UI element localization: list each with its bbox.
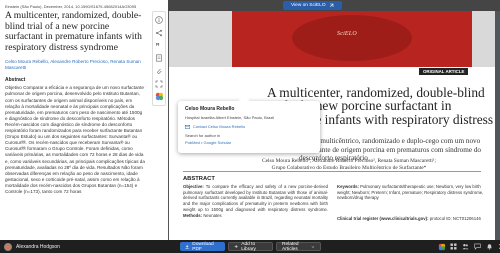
view-on-label: View on SciELO (291, 3, 326, 8)
fullscreen-icon[interactable] (154, 79, 164, 89)
add-to-library-button[interactable]: Add to Library (228, 241, 273, 252)
plus-icon (234, 244, 238, 249)
contact-author-label: Contact Celso Moura Rebello (193, 124, 246, 129)
chat-icon[interactable] (473, 242, 482, 251)
popover-author-name: Celso Moura Rebello (185, 106, 235, 112)
mail-icon (185, 124, 190, 129)
bell-icon[interactable] (485, 242, 494, 251)
svg-text:❞: ❞ (156, 42, 160, 50)
bottom-icon-group (437, 242, 500, 251)
related-label: Related Articles (282, 241, 299, 252)
clip-icon[interactable] (154, 66, 164, 76)
article-type-badge: ORIGINAL ARTICLE (419, 68, 469, 75)
pdf-keywords: Keywords: Pulmonary surfactants/therapeu… (337, 184, 485, 201)
download-icon (185, 244, 189, 249)
article-summary-panel: Einstein (São Paulo), December, 2014, 10… (0, 0, 150, 240)
pdf-icon[interactable] (154, 53, 164, 63)
popover-affiliation: Hospital Israelita Albert Einstein, São … (185, 115, 275, 120)
side-toolbar: ❞ (152, 11, 166, 106)
download-label: Download PDF (192, 241, 214, 252)
user-name: Alexandra Hodgson (16, 243, 60, 250)
author-popover: Celso Moura Rebello Hospital Israelita A… (178, 95, 320, 153)
keywords-text: Pulmonary surfactants/therapeutic use; N… (337, 184, 484, 201)
contact-author-link[interactable]: Contact Celso Moura Rebello (185, 124, 313, 129)
citation-line: Einstein (São Paulo), December, 2014, 10… (5, 4, 137, 9)
related-articles-button[interactable]: Related Articles (276, 241, 321, 252)
keywords-label: Keywords: (337, 184, 359, 189)
bottom-toolbar: Alexandra Hodgson Download PDF Add to Li… (0, 240, 500, 253)
info-icon[interactable] (154, 15, 164, 25)
share-icon[interactable] (154, 28, 164, 38)
header-ornament (292, 15, 412, 61)
methods-label: Methods: (183, 212, 203, 218)
objective-label: Objective: (183, 184, 204, 189)
people-icon[interactable] (461, 242, 470, 251)
article-title: A multicenter, randomized, double-blind … (5, 10, 142, 53)
user-profile[interactable]: Alexandra Hodgson (4, 242, 60, 251)
search-author-label: Search for author in (185, 133, 221, 138)
abstract-text: Objetivo Comparar a eficácia e a seguran… (5, 85, 145, 194)
avatar (4, 242, 12, 251)
objective-text: To compare the efficacy and safety of a … (183, 184, 328, 212)
library-label: Add to Library (241, 241, 256, 252)
trial-label: Clinical trial register (www.clinicaltri… (337, 216, 429, 221)
journal-logo: SciELO (337, 31, 357, 37)
chevron-down-icon (311, 245, 315, 248)
section-divider (183, 171, 481, 172)
search-author-links[interactable]: PubMed • Google Scholar (185, 140, 313, 145)
pdf-abstract-heading: ABSTRACT (183, 176, 215, 182)
pdf-abstract-text: Objective: To compare the efficacy and s… (183, 184, 328, 218)
pdf-trial-register: Clinical trial register (www.clinicaltri… (337, 216, 485, 222)
cite-icon[interactable]: ❞ (154, 41, 164, 51)
view-on-scielo-button[interactable]: View on SciELO (283, 1, 342, 10)
colorful-app-icon[interactable] (154, 92, 164, 102)
colorful-app-icon[interactable] (437, 242, 446, 251)
abstract-heading: Abstract (5, 77, 26, 84)
author-links[interactable]: Celso Moura Rebello, Alexandre Roberto P… (5, 59, 145, 71)
viewer-top-bar: View on SciELO (168, 0, 500, 11)
grid-icon[interactable] (449, 242, 458, 251)
external-link-icon (329, 3, 333, 8)
download-pdf-button[interactable]: Download PDF (180, 241, 225, 252)
trial-text: protocol ID: NCT01206146 (429, 216, 481, 221)
methods-text: Neonates (203, 212, 222, 218)
